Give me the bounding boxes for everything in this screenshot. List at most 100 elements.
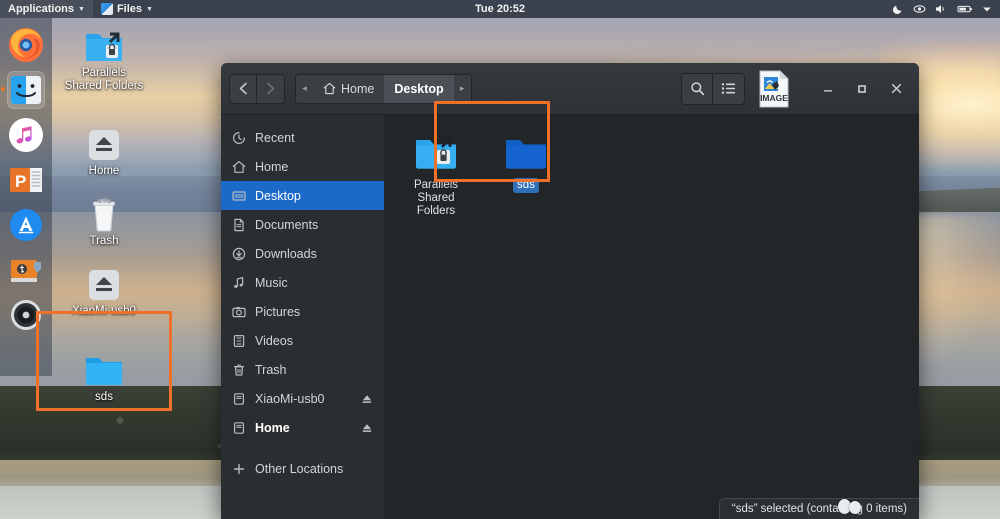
window-header: ◂ Home Desktop ▸ <box>221 63 919 115</box>
eject-icon[interactable] <box>360 421 374 435</box>
eject-volume-icon <box>84 128 124 162</box>
sidebar-item-desktop[interactable]: Desktop <box>221 181 384 210</box>
sidebar-item-xiaomi-usb0[interactable]: XiaoMi-usb0 <box>221 384 384 413</box>
desktop-icon-label: XiaoMi-usb0 <box>72 305 136 318</box>
file-item-label: Parallels Shared Folders <box>398 178 474 219</box>
sidebar-item-label: Desktop <box>255 189 374 203</box>
desktop-icon-home-volume[interactable]: Home <box>62 128 146 178</box>
dock-item-firefox[interactable] <box>7 26 45 64</box>
document-icon <box>231 217 246 232</box>
dock-item-music[interactable] <box>7 116 45 154</box>
desktop-icon-label: Trash <box>90 235 119 248</box>
header-tools: IMAGE <box>681 69 911 109</box>
sidebar-item-documents[interactable]: Documents <box>221 210 384 239</box>
back-button[interactable] <box>229 74 257 104</box>
sidebar-item-recent[interactable]: Recent <box>221 123 384 152</box>
maximize-button[interactable] <box>847 74 877 104</box>
forward-button[interactable] <box>257 74 285 104</box>
music-note-icon <box>231 275 246 290</box>
sidebar-item-label: Home <box>255 421 351 435</box>
search-icon <box>690 81 705 96</box>
sidebar-item-label: Recent <box>255 131 374 145</box>
recent-clock-icon <box>231 130 246 145</box>
desktop-icon-label: sds <box>95 391 113 404</box>
download-icon <box>231 246 246 261</box>
breadcrumb-label: Home <box>341 82 374 96</box>
sidebar-item-label: Other Locations <box>255 462 374 476</box>
desktop-icon-label: Home <box>89 165 120 178</box>
file-item-sds[interactable]: sds <box>488 129 564 193</box>
desktop-icon-xiaomi-usb0[interactable]: XiaoMi-usb0 <box>62 268 146 318</box>
trash-icon <box>84 196 124 232</box>
sidebar-item-label: Home <box>255 160 374 174</box>
trash-icon <box>231 362 246 377</box>
view-toggle-button[interactable] <box>713 73 745 105</box>
desktop-icon-sds[interactable]: sds <box>62 352 146 404</box>
image-file-icon-button[interactable]: IMAGE <box>753 69 795 109</box>
svg-text:IMAGE: IMAGE <box>760 93 788 103</box>
running-indicator <box>1 87 5 91</box>
camera-icon <box>231 304 246 319</box>
volume-icon[interactable] <box>935 3 948 15</box>
desktop-monitor-icon <box>231 188 246 203</box>
system-indicators <box>892 3 1000 15</box>
shared-folder-icon <box>413 133 459 173</box>
eject-icon[interactable] <box>360 392 374 406</box>
dock-launcher: P <box>0 18 52 376</box>
dock-item-disc[interactable] <box>7 296 45 334</box>
drive-icon <box>231 420 246 435</box>
file-item-label: sds <box>513 178 539 193</box>
drive-icon <box>231 391 246 406</box>
home-icon <box>231 159 246 174</box>
chevron-down-icon[interactable] <box>982 3 992 15</box>
dock-item-files[interactable] <box>7 71 45 109</box>
close-button[interactable] <box>881 74 911 104</box>
sidebar-item-label: Pictures <box>255 305 374 319</box>
sidebar-item-trash[interactable]: Trash <box>221 355 384 384</box>
sidebar-item-home[interactable]: Home <box>221 152 384 181</box>
sidebar-item-home-volume[interactable]: Home <box>221 413 384 442</box>
sidebar-item-label: Downloads <box>255 247 374 261</box>
accessibility-icon[interactable] <box>913 3 926 15</box>
home-icon <box>323 82 336 95</box>
desktop-icon-label: Parallels Shared Folders <box>62 67 146 93</box>
minimize-button[interactable] <box>813 74 843 104</box>
desktop-icon-trash[interactable]: Trash <box>62 196 146 248</box>
dock-item-impress[interactable]: P <box>7 161 45 199</box>
desktop-screen: Applications ▼ Files ▼ Tue 20:52 <box>0 0 1000 519</box>
breadcrumb-scroll-left[interactable]: ◂ <box>296 75 313 103</box>
sidebar-item-label: XiaoMi-usb0 <box>255 392 351 406</box>
sidebar-divider <box>221 442 384 454</box>
search-button[interactable] <box>681 73 713 105</box>
sidebar-item-other-locations[interactable]: Other Locations <box>221 454 384 483</box>
file-item-parallels-shared-folders[interactable]: Parallels Shared Folders <box>398 129 474 219</box>
sidebar-item-label: Documents <box>255 218 374 232</box>
dock-item-software[interactable] <box>7 206 45 244</box>
places-sidebar: Recent Home Desktop <box>221 115 384 519</box>
folder-icon <box>503 133 549 173</box>
top-panel: Applications ▼ Files ▼ Tue 20:52 <box>0 0 1000 18</box>
dock-item-usb-drive[interactable] <box>7 251 45 289</box>
breadcrumb-item-home[interactable]: Home <box>313 75 384 103</box>
clock[interactable]: Tue 20:52 <box>0 3 1000 15</box>
icon-grid: Parallels Shared Folders sds <box>398 129 919 219</box>
sidebar-item-label: Trash <box>255 363 374 377</box>
night-mode-icon[interactable] <box>892 3 904 15</box>
plus-icon <box>231 461 246 476</box>
file-list-view[interactable]: Parallels Shared Folders sds “sds” selec… <box>384 115 919 519</box>
sidebar-item-label: Music <box>255 276 374 290</box>
file-manager-window: ◂ Home Desktop ▸ <box>221 63 919 519</box>
navigation-buttons <box>229 74 285 104</box>
window-controls <box>809 74 911 104</box>
sidebar-item-downloads[interactable]: Downloads <box>221 239 384 268</box>
battery-icon[interactable] <box>957 3 973 15</box>
svg-text:P: P <box>15 172 26 191</box>
sidebar-item-pictures[interactable]: Pictures <box>221 297 384 326</box>
sidebar-item-videos[interactable]: Videos <box>221 326 384 355</box>
eject-volume-icon <box>84 268 124 302</box>
desktop-icon-parallels-shared-folders[interactable]: Parallels Shared Folders <box>62 28 146 93</box>
window-body: Recent Home Desktop <box>221 115 919 519</box>
sidebar-item-music[interactable]: Music <box>221 268 384 297</box>
breadcrumb-item-desktop[interactable]: Desktop <box>384 75 453 103</box>
breadcrumb-scroll-right[interactable]: ▸ <box>454 75 471 103</box>
